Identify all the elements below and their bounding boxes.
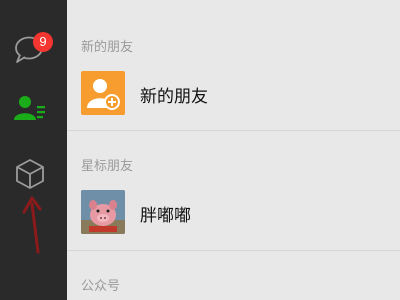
section-header-starred-friends: 星标朋友 [81, 159, 134, 174]
divider [67, 250, 400, 251]
divider [67, 130, 400, 131]
section-header-new-friends: 新的朋友 [81, 40, 134, 55]
section-header-official-accounts: 公众号 [81, 279, 121, 294]
contacts-icon[interactable] [12, 90, 48, 126]
contact-name: 新的朋友 [140, 87, 208, 107]
list-item-contact[interactable]: 胖嘟嘟 [67, 190, 400, 252]
unread-badge: 9 [33, 32, 53, 52]
contacts-list: 新的朋友 新的朋友 星标朋友 胖嘟嘟 公众号 [67, 0, 400, 300]
contact-name: 胖嘟嘟 [140, 206, 191, 226]
sidebar-nav: 9 [0, 0, 67, 300]
pig-avatar [81, 190, 125, 234]
cube-icon[interactable] [12, 156, 48, 192]
annotation-arrow-icon [22, 196, 42, 254]
list-item-new-friends[interactable]: 新的朋友 [67, 71, 400, 133]
add-friend-icon [81, 71, 125, 115]
